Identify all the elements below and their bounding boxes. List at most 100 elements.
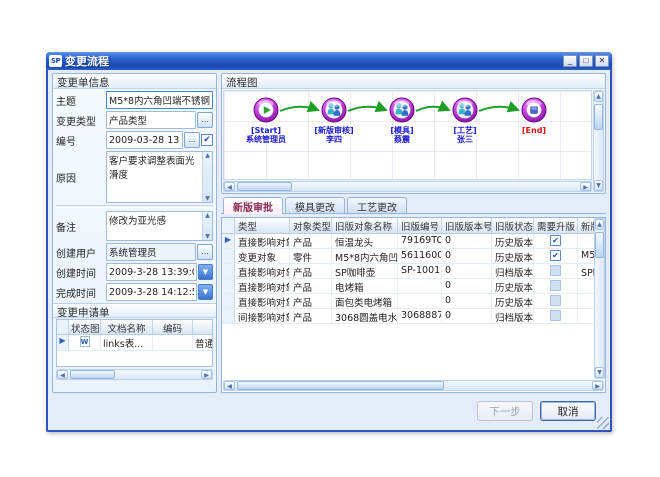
tab-2[interactable]: 模具更改 [285,197,345,213]
maximize-icon[interactable]: □ [579,55,593,67]
scroll-down-icon[interactable]: ▼ [595,367,604,378]
grid-column-header[interactable]: 旧版对象名称 [332,218,398,233]
subject-input[interactable] [106,91,213,109]
upgrade-checkbox[interactable]: ✔ [550,235,561,246]
grid-cell: SP咖啡壶 [332,264,398,278]
scroll-thumb[interactable] [594,104,603,130]
scroll-up-icon[interactable]: ▲ [595,219,604,230]
create-time-input[interactable] [106,263,197,281]
grid-cell [398,294,442,308]
remark-textarea[interactable]: 修改为亚光感 [107,212,202,240]
approval-grid: 类型对象类型旧版对象名称旧版编号旧版版本号旧版状态需要升版新版▶直接影响对象产品… [222,218,594,379]
request-column-header[interactable]: 编码 [153,320,193,334]
remark-scrollbar[interactable]: ▲▼ [202,212,212,240]
list-item[interactable]: ▶Wlinks表...普通 [57,335,212,351]
scroll-down-icon[interactable]: ▼ [205,233,210,240]
scroll-left-icon[interactable]: ◀ [57,370,68,379]
subject-label: 主题 [56,93,106,108]
scroll-thumb[interactable] [237,381,444,390]
request-column-header[interactable]: 状态图 [69,320,101,334]
flow-node-users-1[interactable]: [新版审核]李四 [298,97,370,144]
table-row[interactable]: 直接影响对象产品电烤箱0历史版本 [222,279,594,294]
creator-input[interactable] [106,243,196,261]
cancel-button[interactable]: 取消 [540,401,596,421]
scroll-right-icon[interactable]: ▶ [580,182,591,191]
scroll-left-icon[interactable]: ◀ [224,182,235,191]
scroll-thumb[interactable] [70,370,115,379]
upgrade-checkbox[interactable] [550,295,561,306]
table-row[interactable]: 变更对象零件M5*8内六角凹...56116000历史版本✔M5*8 [222,249,594,264]
table-row[interactable]: 直接影响对象产品面包类电烤箱0历史版本 [222,294,594,309]
close-icon[interactable]: ✕ [595,55,609,67]
scroll-up-icon[interactable]: ▲ [205,212,210,219]
request-list-table: 状态图文档名称编码▶Wlinks表...普通 [56,319,213,367]
grid-vscrollbar[interactable]: ▲ ▼ [594,218,605,379]
grid-column-header[interactable]: 旧版编号 [398,218,442,233]
grid-column-header[interactable]: 需要升版 [534,218,578,233]
grid-column-header[interactable]: 类型 [235,218,290,233]
node-name: 蔡震 [366,135,438,144]
grid-cell: SP-1001 [398,264,442,278]
flow-hscrollbar[interactable]: ◀ ▶ [223,181,592,192]
table-row[interactable]: ▶直接影响对象产品恒温龙头79169TC0历史版本✔ [222,234,594,249]
table-row[interactable]: 直接影响对象产品SP咖啡壶SP-10010归档版本SP咖 [222,264,594,279]
number-ellipsis-button[interactable]: … [184,132,200,148]
grid-cell: 5611600 [398,249,442,263]
scroll-thumb[interactable] [595,232,604,258]
grid-column-header[interactable]: 新版 [578,218,594,233]
grid-hscrollbar[interactable]: ◀ ▶ [223,380,604,391]
upgrade-checkbox[interactable] [550,280,561,291]
request-list-hscrollbar[interactable]: ◀ ▶ [56,369,213,380]
request-list-caption: 变更申请单 [53,303,216,318]
flow-vscrollbar[interactable]: ▲ ▼ [593,90,604,192]
reason-textarea[interactable]: 客户要求调整表面光滑度 [107,152,202,202]
scroll-down-icon[interactable]: ▼ [594,180,603,191]
table-row[interactable]: 间接影响对象产品3068圆盖电水壶30688870归档版本 [222,309,594,324]
tab-3[interactable]: 工艺更改 [347,197,407,213]
next-button[interactable]: 下一步 [477,401,533,421]
request-cell [153,335,193,350]
flow-node-end[interactable]: [End] [498,97,570,135]
window-titlebar[interactable]: SP 变更流程 _ □ ✕ [46,52,612,70]
request-column-header[interactable] [193,320,213,334]
tab-1[interactable]: 新版审批 [223,197,283,214]
creator-ellipsis-button[interactable]: … [197,244,213,260]
number-checkbox[interactable]: ✔ [201,134,213,146]
scroll-up-icon[interactable]: ▲ [205,152,210,159]
change-type-input[interactable] [106,111,196,129]
finish-time-dropdown-icon[interactable]: ▼ [198,284,213,300]
end-node-icon [521,108,547,127]
flow-node-users-2[interactable]: [模具]蔡震 [366,97,438,144]
finish-time-input[interactable] [106,283,197,301]
request-column-header[interactable]: 文档名称 [101,320,153,334]
grid-column-header[interactable]: 旧版状态 [492,218,534,233]
number-input[interactable] [106,131,183,149]
scroll-left-icon[interactable]: ◀ [224,381,235,390]
scroll-right-icon[interactable]: ▶ [592,381,603,390]
upgrade-checkbox[interactable]: ✔ [550,250,561,261]
grid-column-header[interactable]: 对象类型 [290,218,332,233]
grid-cell: 0 [442,279,492,293]
flow-chart-canvas[interactable]: [Start]系统管理员 [新版审核]李四 [模具]蔡震 [工艺]张三 [End… [223,90,592,180]
minimize-icon[interactable]: _ [563,55,577,67]
scroll-right-icon[interactable]: ▶ [201,370,212,379]
grid-cell: 零件 [290,249,332,263]
grid-column-header[interactable]: 旧版版本号 [442,218,492,233]
window-title: 变更流程 [65,53,560,69]
change-type-ellipsis-button[interactable]: … [197,112,213,128]
upgrade-checkbox[interactable] [550,265,561,276]
upgrade-checkbox[interactable] [550,310,561,321]
resize-grip[interactable] [597,417,609,429]
scroll-thumb[interactable] [237,182,292,191]
grid-cell: 面包类电烤箱 [332,294,398,308]
scroll-down-icon[interactable]: ▼ [205,195,210,202]
window-controls: _ □ ✕ [563,55,609,67]
grid-cell: 归档版本 [492,264,534,278]
reason-scrollbar[interactable]: ▲▼ [202,152,212,202]
grid-cell: 3068887 [398,309,442,323]
flow-node-start[interactable]: [Start]系统管理员 [230,97,302,144]
scroll-up-icon[interactable]: ▲ [594,91,603,102]
create-time-dropdown-icon[interactable]: ▼ [198,264,213,280]
flow-node-users-3[interactable]: [工艺]张三 [429,97,501,144]
grid-cell: 直接影响对象 [235,234,290,248]
